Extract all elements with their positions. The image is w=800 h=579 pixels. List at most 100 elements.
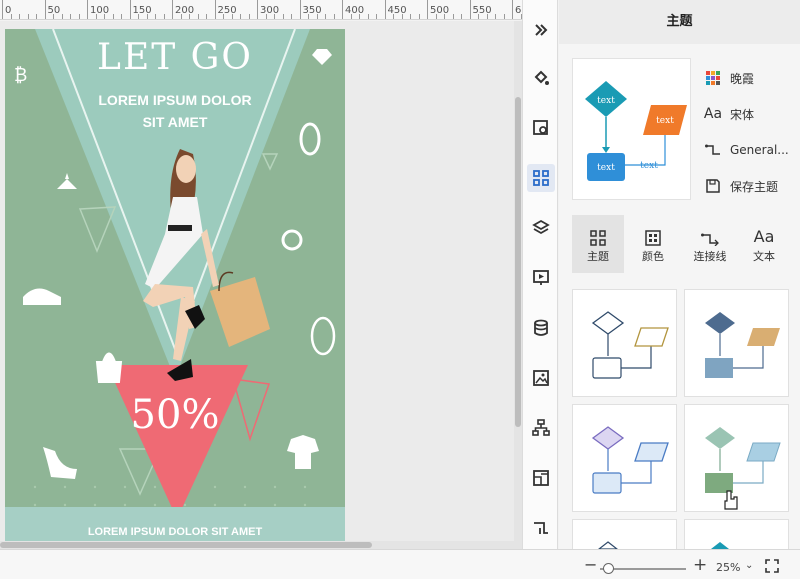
ruler-minor-tick [19,14,20,19]
theme-card-4[interactable] [684,404,789,512]
tab-color-label: 颜色 [642,250,664,263]
save-theme-row[interactable]: 保存主题 [702,168,798,204]
collapse-icon[interactable] [527,16,555,44]
ruler-major-tick [2,0,3,19]
theme-tabs: 主题 颜色 连接线 Aa 文本 [572,215,798,273]
horizontal-scrollbar[interactable] [0,541,522,549]
ruler-minor-tick [478,14,479,19]
ruler-minor-tick [410,14,411,19]
zoom-in-button[interactable]: + [693,555,707,575]
zoom-slider-handle[interactable] [603,563,614,574]
ruler-minor-tick [197,14,199,19]
color-scheme-row[interactable]: 晚霞 [702,60,798,96]
theme-card-1-diagram [591,311,669,379]
horizontal-ruler: 0 50 100 150 200 250 300 350 400 450 500 550 6 [0,0,522,20]
theme-preview[interactable]: text text text text [572,58,691,200]
page-layout-icon[interactable] [527,464,555,492]
fullscreen-icon[interactable] [765,559,779,573]
ruler-major-tick [384,0,386,19]
handbag-icon [95,352,123,383]
ruler-major-tick [469,0,471,19]
palette-icon [627,215,679,249]
heel-icon [43,447,77,479]
ruler-minor-tick [223,14,224,19]
theme-properties: 晚霞 Aa 宋体 General... 保存主题 [702,60,798,204]
ruler-minor-tick [418,14,420,19]
ruler-minor-tick [333,14,335,19]
ruler-label: 350 [302,5,322,16]
vertical-scroll-thumb[interactable] [515,97,521,427]
poster-subline[interactable]: LOREM IPSUM DOLOR SIT AMET [95,89,255,133]
picture-icon[interactable] [527,364,555,392]
theme-card-4-diagram [705,427,781,510]
ruler-label: 400 [345,5,365,16]
poster-discount[interactable]: 50% [105,392,245,438]
ruler-minor-tick [486,14,488,19]
lamp-icon [57,173,77,189]
zoom-level[interactable]: 25% [716,561,740,574]
org-chart-icon[interactable] [527,414,555,442]
ruler-minor-tick [189,14,190,19]
poster-page[interactable]: ₿ LET GO LOREM IPSUM DOLOR SIT AMET 50% … [5,29,345,541]
ruler-minor-tick [274,14,275,19]
theme-card-1[interactable] [572,289,677,397]
ruler-minor-tick [206,14,207,19]
ruler-label: 250 [217,5,237,16]
preview-box-text: text [597,163,615,173]
tab-color[interactable]: 颜色 [627,215,679,273]
ruler-minor-tick [291,14,292,19]
color-scheme-icon [702,69,724,87]
database-icon[interactable] [527,314,555,342]
ruler-minor-tick [61,14,63,19]
connector-style-row[interactable]: General... [702,132,798,168]
tab-text[interactable]: Aa 文本 [738,215,790,273]
tab-theme-label: 主题 [587,250,609,263]
ruler-minor-tick [393,14,394,19]
ruler-major-tick [172,0,173,19]
ruler-minor-tick [180,14,182,19]
ruler-major-tick [44,0,46,19]
ruler-minor-tick [10,14,12,19]
connector-style-icon [702,141,724,159]
theme-card-3[interactable] [572,404,677,512]
ruler-minor-tick [350,14,352,19]
ruler-major-tick [257,0,258,19]
ruler-label: 500 [430,5,450,16]
theme-card-5[interactable] [572,519,677,550]
theme-card-6[interactable] [684,519,789,549]
presentation-icon[interactable] [527,264,555,292]
zoom-out-button[interactable]: − [584,555,597,574]
theme-panel: 主题 text text text text 晚霞 Aa 宋体 General.… [559,0,800,550]
theme-grid-icon[interactable] [527,164,555,192]
ruler-minor-tick [308,14,309,19]
ruler-label: 200 [175,5,195,16]
side-icon-toolbar [522,0,558,549]
preview-connector-text: text [640,161,658,171]
ruler-minor-tick [240,14,241,19]
vertical-scrollbar[interactable] [514,21,522,541]
layers-icon[interactable] [527,214,555,242]
fill-icon[interactable] [527,64,555,92]
horizontal-scroll-thumb[interactable] [0,542,372,548]
font-label: 宋体 [730,107,755,122]
ruler-minor-tick [248,14,250,19]
drawing-canvas[interactable]: ₿ LET GO LOREM IPSUM DOLOR SIT AMET 50% … [0,21,516,541]
connector-icon[interactable] [527,514,555,542]
gem-icon [310,316,336,356]
ruler-minor-tick [503,14,505,19]
theme-card-3-diagram [591,426,669,494]
ruler-minor-tick [359,14,360,19]
poster-footer[interactable]: LOREM IPSUM DOLOR SIT AMET [5,507,345,541]
chevron-down-icon[interactable]: ⌄ [745,560,753,571]
tab-connector[interactable]: 连接线 [684,215,736,273]
theme-card-2[interactable] [684,289,789,397]
poster-headline[interactable]: LET GO [5,37,345,78]
image-edit-icon[interactable] [527,114,555,142]
ruler-minor-tick [27,14,29,19]
font-row[interactable]: Aa 宋体 [702,96,798,132]
ruler-major-tick [214,0,216,19]
tab-theme[interactable]: 主题 [572,215,624,273]
save-theme-label: 保存主题 [730,179,779,194]
status-bar: − + 25% ⌄ [0,549,800,579]
ruler-minor-tick [435,14,437,19]
